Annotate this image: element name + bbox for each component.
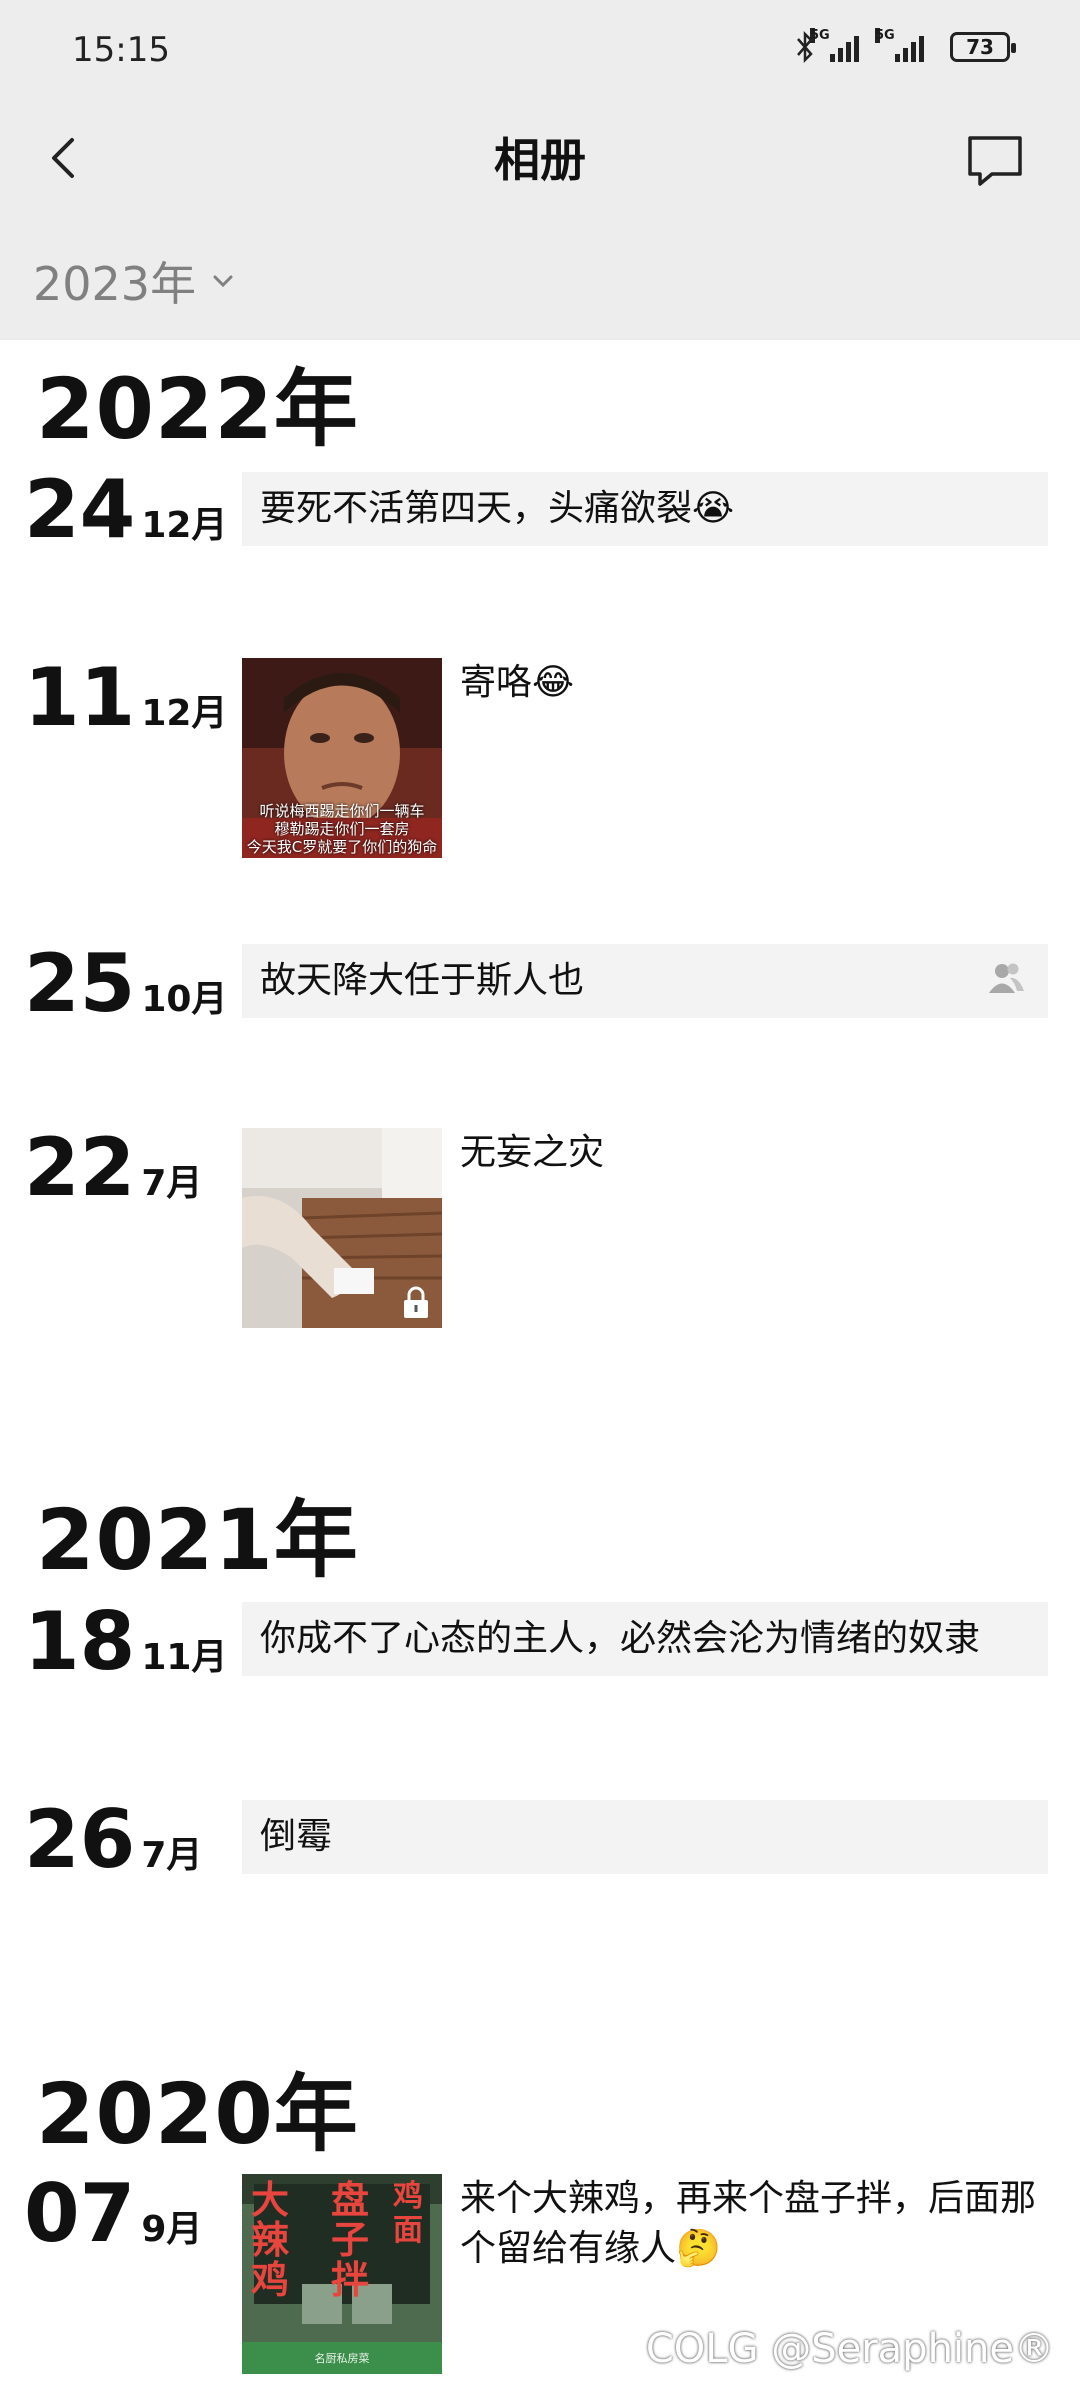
post-photo-thumbnail[interactable]: 听说梅西踢走你们一辆车 穆勒踢走你们一套房 今天我C罗就要了你们的狗命 (242, 658, 442, 858)
post-date: 18 11月 (24, 1602, 227, 1682)
post-month: 10月 (141, 979, 228, 1020)
year-heading: 2022年 (36, 360, 359, 458)
friends-visibility-icon (989, 963, 1024, 993)
post-date: 25 10月 (24, 944, 227, 1024)
post-day: 18 (24, 1595, 136, 1688)
post-text-card[interactable]: 要死不活第四天，头痛欲裂😭 (242, 472, 1048, 546)
svg-text:名厨私房菜: 名厨私房菜 (315, 2351, 370, 2365)
post-day: 11 (24, 651, 136, 744)
post-day: 25 (24, 937, 136, 1030)
post-caption[interactable]: 无妄之灾 (460, 1128, 1060, 1178)
post-month: 11月 (141, 1637, 228, 1678)
signal-icon-2: 5G (875, 28, 924, 62)
year-filter-bar: 2023年 (0, 214, 1080, 340)
photo-sign-text: 鸡面 (393, 2179, 423, 2248)
battery-level: 73 (966, 35, 994, 59)
message-icon (968, 136, 1022, 186)
year-filter-label: 2023年 (33, 257, 197, 311)
chevron-down-icon (213, 275, 233, 288)
status-icons: 5G 5G 73 (794, 28, 1016, 64)
year-filter-dropdown[interactable]: 2023年 (33, 248, 238, 314)
post-date: 24 12月 (24, 470, 227, 550)
post-text-card[interactable]: 倒霉 (242, 1800, 1048, 1874)
post-caption[interactable]: 来个大辣鸡，再来个盘子拌，后面那个留给有缘人🤔 (460, 2174, 1060, 2274)
signal-icon: 5G (810, 28, 859, 62)
status-bar: 15:15 5G 5G 73 (0, 0, 1080, 100)
post-day: 07 (24, 2167, 136, 2260)
post-text: 故天降大任于斯人也 (260, 960, 585, 1001)
post-month: 9月 (141, 2209, 203, 2250)
post-text-card[interactable]: 故天降大任于斯人也 (242, 944, 1048, 1018)
post-day: 26 (24, 1793, 136, 1886)
post-date: 26 7月 (24, 1800, 202, 1880)
photo-caption-overlay: 听说梅西踢走你们一辆车 穆勒踢走你们一套房 今天我C罗就要了你们的狗命 (246, 802, 438, 856)
post-photo-thumbnail[interactable] (242, 1128, 442, 1328)
post-date: 11 12月 (24, 658, 227, 738)
post-month: 7月 (141, 1163, 203, 1204)
post-month: 7月 (141, 1835, 203, 1876)
nav-bar: 相册 (0, 100, 1080, 214)
post-date: 22 7月 (24, 1128, 202, 1208)
page-title: 相册 (494, 133, 586, 187)
post-day: 22 (24, 1121, 136, 1214)
status-time: 15:15 (72, 30, 170, 70)
year-heading: 2021年 (36, 1491, 359, 1589)
signal-tag: 5G (875, 28, 895, 43)
lock-icon (404, 1286, 428, 1318)
messages-button[interactable] (960, 124, 1030, 194)
post-date: 07 9月 (24, 2174, 202, 2254)
post-month: 12月 (141, 505, 228, 546)
battery-icon: 73 (950, 32, 1016, 62)
watermark: COLG @Seraphine® (645, 2326, 1054, 2372)
photo-sign-text: 盘子拌 (330, 2178, 369, 2302)
post-month: 12月 (141, 693, 228, 734)
post-text-card[interactable]: 你成不了心态的主人，必然会沦为情绪的奴隶 (242, 1602, 1048, 1676)
year-heading: 2020年 (36, 2065, 359, 2163)
post-caption[interactable]: 寄咯😂 (460, 658, 1060, 708)
post-photo-thumbnail[interactable]: 名厨私房菜 大辣鸡 盘子拌 鸡面 (242, 2174, 442, 2374)
signal-tag: 5G (810, 28, 830, 43)
photo-sign-text: 大辣鸡 (250, 2178, 289, 2302)
post-day: 24 (24, 463, 136, 556)
